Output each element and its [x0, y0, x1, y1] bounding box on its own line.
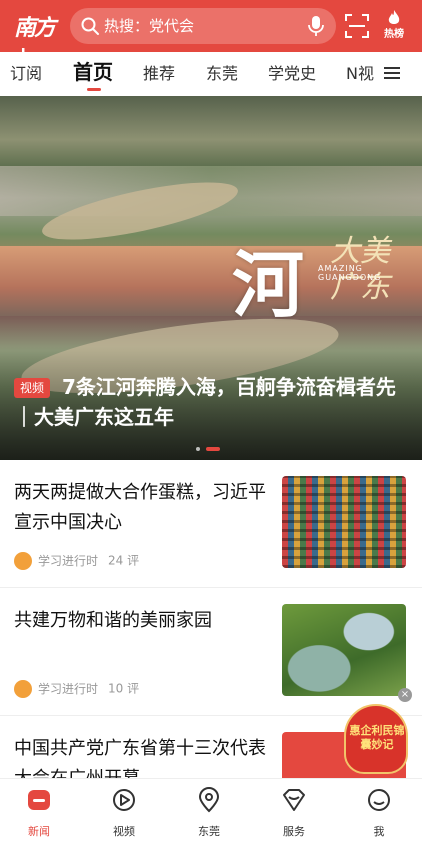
nav-service[interactable]: 服务	[264, 787, 324, 839]
source-avatar	[14, 679, 32, 698]
comment-count: 24 评	[108, 553, 140, 568]
search-placeholder: 热搜：党代会	[104, 17, 195, 35]
nav-label: 东莞	[198, 825, 220, 838]
video-icon	[113, 789, 135, 811]
scan-icon[interactable]	[344, 13, 370, 39]
tab-home[interactable]: 首页	[73, 60, 113, 84]
nav-label: 我	[373, 825, 385, 838]
nav-label: 新闻	[28, 825, 50, 838]
news-thumbnail	[282, 604, 406, 696]
news-thumbnail	[282, 476, 406, 568]
nav-video[interactable]: 视频	[94, 787, 154, 839]
channel-menu-icon[interactable]	[384, 64, 404, 82]
search-bar[interactable]: 热搜：党代会	[70, 8, 336, 44]
nav-dongguan[interactable]: 东莞	[179, 787, 239, 839]
news-meta: 学习进行时 10 评	[14, 678, 139, 698]
tab-n-video[interactable]: N视	[346, 62, 374, 86]
news-meta: 学习进行时 24 评	[14, 550, 139, 570]
hero-brand-english: AMAZING GUANGDONG	[318, 264, 382, 282]
app-logo[interactable]: 南方+	[14, 10, 60, 68]
news-icon	[28, 790, 50, 810]
floating-promo[interactable]: 惠企利民锦囊妙记 ×	[340, 688, 414, 778]
tab-subscribe[interactable]: 订阅	[10, 62, 42, 86]
close-icon[interactable]: ×	[398, 688, 412, 702]
tab-party-history[interactable]: 学党史	[268, 62, 316, 86]
hero-overlay-character: 河	[232, 242, 305, 327]
news-source: 学习进行时	[38, 553, 99, 568]
profile-icon	[368, 789, 390, 811]
carousel-indicator	[196, 447, 256, 451]
hot-list-label: 热榜	[384, 29, 404, 40]
tab-recommend[interactable]: 推荐	[143, 62, 175, 86]
news-item[interactable]: 两天两提做大合作蛋糕，习近平宣示中国决心 学习进行时 24 评	[0, 460, 422, 588]
nav-label: 服务	[283, 825, 305, 838]
news-title: 两天两提做大合作蛋糕，习近平宣示中国决心	[14, 482, 266, 533]
top-bar: 南方+ 热搜：党代会 热榜	[0, 0, 422, 68]
service-icon	[283, 789, 305, 811]
channel-tabs: 订阅 首页 推荐 东莞 学党史 N视	[0, 52, 422, 96]
carousel-dot-active	[206, 447, 220, 451]
tab-dongguan[interactable]: 东莞	[206, 62, 238, 86]
active-tab-indicator	[87, 88, 101, 91]
promo-text: 惠企利民锦囊妙记	[349, 724, 405, 751]
hero-caption: 7条江河奔腾入海，百舸争流奋楫者先｜大美广东这五年	[14, 375, 396, 429]
search-icon	[81, 17, 99, 35]
bottom-nav: 新闻 视频 东莞 服务 我	[0, 778, 422, 847]
comment-count: 10 评	[108, 681, 140, 696]
hero-banner[interactable]: 河 大美广东 AMAZING GUANGDONG 7条江河奔腾入海，百舸争流奋楫…	[0, 96, 422, 460]
nav-profile[interactable]: 我	[349, 787, 409, 839]
news-title: 共建万物和谐的美丽家园	[14, 610, 212, 631]
microphone-icon[interactable]	[306, 15, 326, 37]
source-avatar	[14, 551, 32, 570]
location-pin-icon	[198, 787, 220, 813]
nav-news[interactable]: 新闻	[9, 787, 69, 839]
hot-list-button[interactable]: 热榜	[378, 9, 410, 43]
video-badge: 视频	[14, 378, 51, 398]
nav-label: 视频	[113, 825, 135, 838]
news-source: 学习进行时	[38, 681, 99, 696]
carousel-dot	[196, 447, 200, 451]
